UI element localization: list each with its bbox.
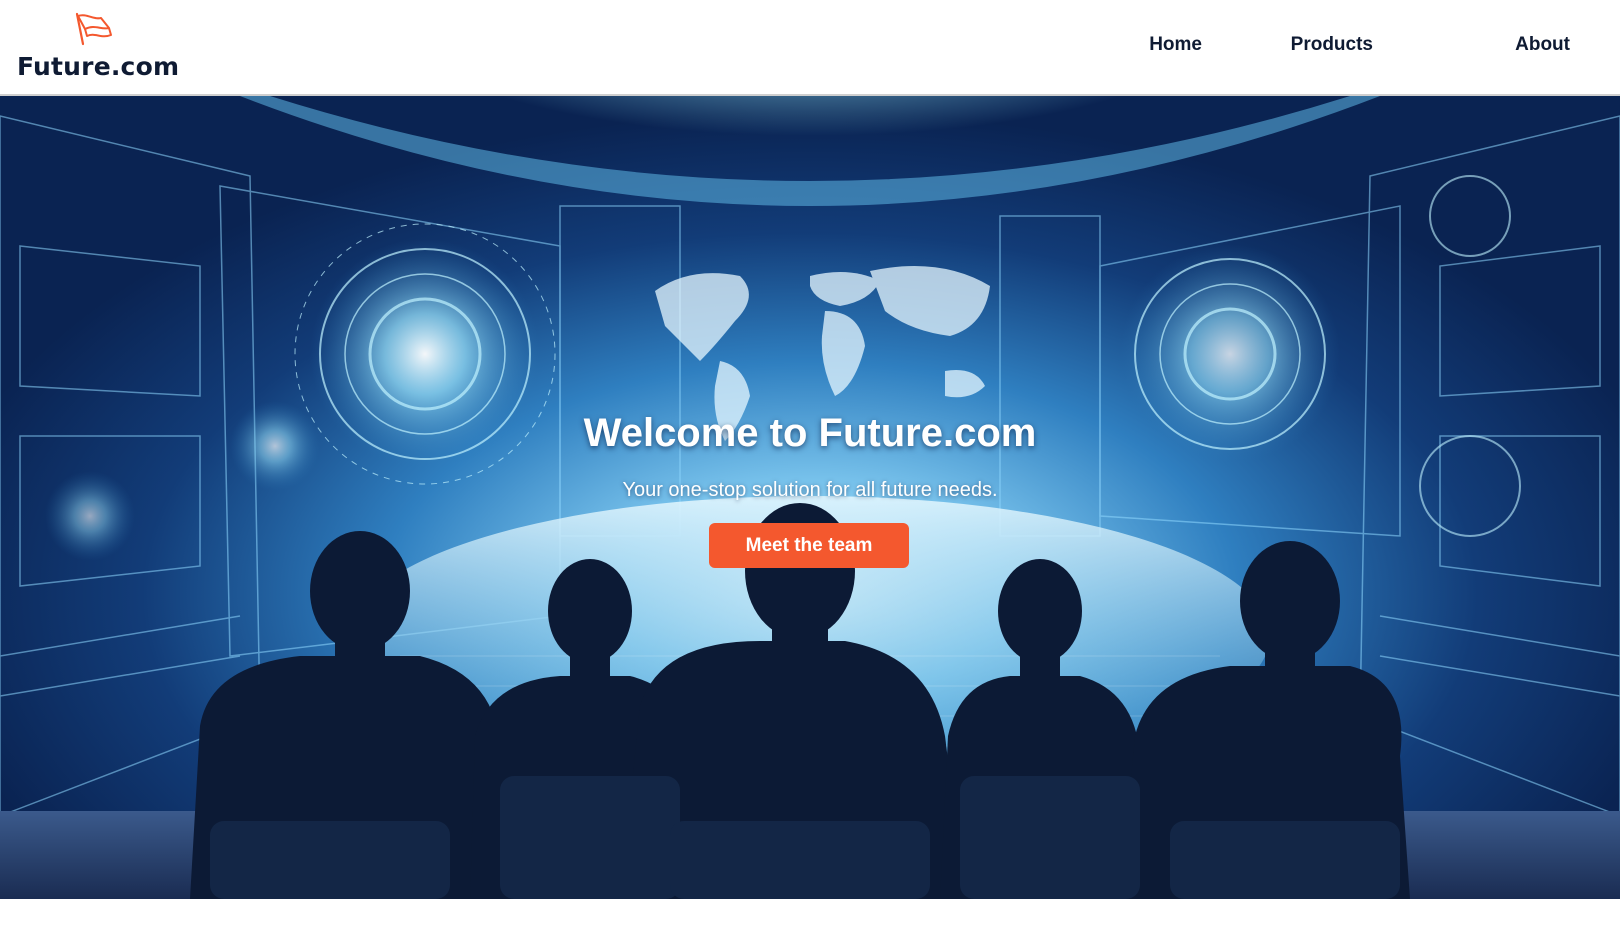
nav-products[interactable]: Products — [1291, 34, 1373, 56]
nav-home[interactable]: Home — [1149, 34, 1202, 56]
page: Future.com Home Products About Welcome t… — [0, 0, 1620, 937]
nav-about[interactable]: About — [1515, 34, 1570, 56]
hero-subtitle: Your one-stop solution for all future ne… — [622, 479, 998, 501]
logo-text: Future.com — [17, 52, 180, 81]
hero-section: Welcome to Future.com Your one-stop solu… — [0, 96, 1620, 899]
flag-icon — [75, 12, 112, 46]
site-header: Future.com Home Products About — [0, 0, 1620, 96]
logo[interactable]: Future.com — [17, 12, 180, 82]
meet-the-team-button[interactable]: Meet the team — [709, 523, 909, 568]
hero-title: Welcome to Future.com — [583, 411, 1037, 455]
hero-content: Welcome to Future.com Your one-stop solu… — [0, 96, 1620, 899]
